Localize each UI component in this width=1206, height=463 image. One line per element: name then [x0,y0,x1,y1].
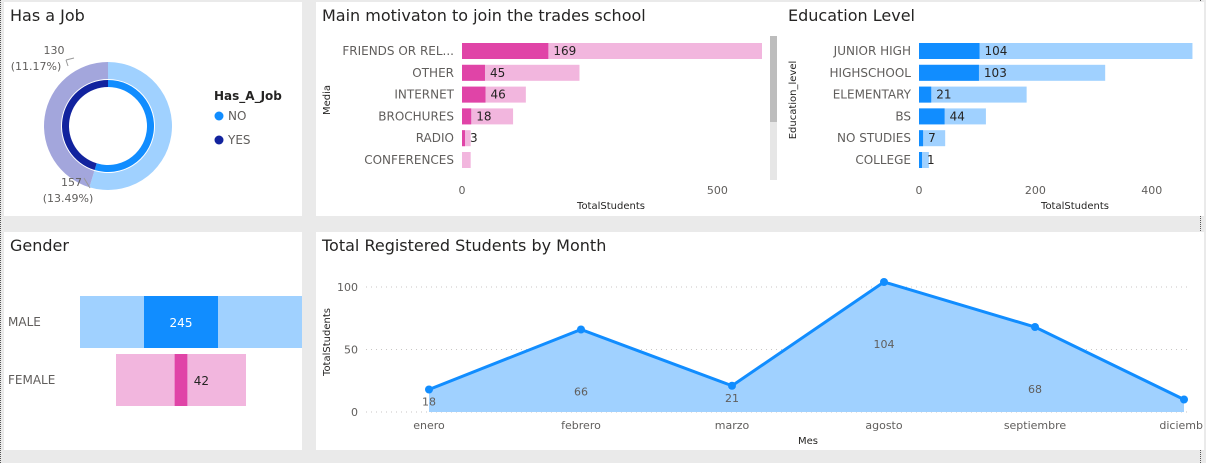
motivation-data-label: 169 [553,44,576,58]
monthly-y-tick-label: 50 [344,344,358,357]
canvas-left-edge [0,0,3,463]
education-bar [919,108,945,125]
education-data-label: 1 [927,153,935,167]
motivation-data-label: 18 [476,109,491,123]
motivation-data-label: 45 [490,66,505,80]
donut-leader-line-yes [65,59,69,67]
education-category-label: JUNIOR HIGH [833,44,911,58]
monthly-data-point [1180,395,1188,404]
monthly-data-label: 66 [574,386,588,399]
monthly-data-point [728,381,736,390]
motivation-category-label: CONFERENCES [364,153,454,167]
monthly-y-tick-label: 0 [351,406,358,419]
monthly-data-point [425,385,433,394]
motivation-scrollbar-track[interactable] [770,36,777,180]
motivation-bar [462,64,485,81]
motivation-x-axis-label: TotalStudents [576,201,645,212]
motivation-panel[interactable]: Main motivaton to join the trades school… [316,2,782,216]
donut-label-yes-percent: (11.17%) [11,60,62,73]
monthly-x-tick-label: septiembre [1004,419,1067,432]
monthly-x-tick-label: enero [413,419,445,432]
education-y-axis-label: Education_level [788,61,799,140]
monthly-x-tick-label: agosto [865,419,902,432]
education-category-label: ELEMENTARY [833,88,912,102]
motivation-category-label: OTHER [412,66,454,80]
education-x-axis-label: TotalStudents [1040,201,1109,212]
donut-leader-line-yes-2 [65,57,75,61]
motivation-data-label: 46 [490,88,505,102]
donut-legend-marker-yes [214,135,224,145]
gender-data-label: 245 [170,316,193,330]
monthly-data-label: 68 [1028,383,1042,396]
monthly-area-fill [429,282,1184,412]
education-x-tick-label: 0 [916,184,923,197]
education-data-label: 44 [950,109,965,123]
education-category-label: NO STUDIES [837,131,911,145]
motivation-bar-chart[interactable]: Media FRIENDS OR REL... 169 OTHER 45 INTERNET… [316,2,782,216]
motivation-y-axis-label: Media [322,85,333,115]
education-x-tick-label: 200 [1025,184,1046,197]
education-bar [919,130,924,147]
education-x-tick-label: 400 [1141,184,1162,197]
education-bar [919,152,922,168]
has-a-job-donut-chart[interactable]: 130 (11.17%) 157 (13.49%) Has_A_Job NO YES [4,2,302,216]
motivation-category-label: FRIENDS OR REL... [342,44,454,58]
donut-legend-marker-no [214,111,224,121]
motivation-bar [462,130,465,147]
education-panel[interactable]: Education Level Education_level JUNIOR HI… [782,2,1204,216]
motivation-bar [462,108,472,125]
education-bar [919,43,980,59]
gender-data-label: 42 [194,374,209,388]
education-bar-chart[interactable]: Education_level JUNIOR HIGH 104 HIGHSCHOOL 1… [782,2,1204,216]
education-data-label: 21 [936,88,951,102]
education-bar [919,64,979,81]
gender-category-label: FEMALE [8,373,55,387]
education-category-label: HIGHSCHOOL [830,66,912,80]
donut-label-no-value: 157 [61,176,82,189]
monthly-x-tick-label: febrero [561,419,601,432]
monthly-data-point [577,325,585,334]
education-data-label: 103 [984,66,1007,80]
education-bar [919,86,932,103]
donut-legend-label-no: NO [228,109,246,123]
education-category-label: COLLEGE [855,153,911,167]
gender-bar [174,354,188,406]
monthly-y-axis-label: TotalStudents [322,308,333,377]
education-data-label: 104 [985,44,1008,58]
monthly-data-point [880,278,888,286]
donut-legend-label-yes: YES [227,133,251,147]
monthly-panel[interactable]: Total Registered Students by Month 0 50 10… [316,232,1204,450]
motivation-bar [462,43,549,59]
gender-bar-chart[interactable]: MALE 245 FEMALE 42 [4,232,302,450]
monthly-x-tick-label: diciemb [1159,419,1203,432]
monthly-data-label: 18 [422,396,436,409]
monthly-data-label: 21 [725,392,739,405]
motivation-bar [462,86,486,103]
motivation-category-label: INTERNET [394,88,454,102]
donut-label-no-percent: (13.49%) [43,192,94,205]
motivation-x-tick-label: 500 [707,184,728,197]
motivation-x-tick-label: 0 [459,184,466,197]
monthly-x-tick-label: marzo [715,419,750,432]
education-bar-background [919,86,1027,103]
motivation-scrollbar-thumb[interactable] [770,36,777,122]
motivation-bar-background [462,152,471,168]
monthly-data-point [1031,323,1039,331]
gender-category-label: MALE [8,315,41,329]
monthly-x-axis-label: Mes [798,436,818,447]
motivation-category-label: RADIO [416,131,454,145]
education-category-label: BS [895,109,911,123]
monthly-area-chart[interactable]: 0 50 100 TotalStudents 18 66 21 104 68 enero febre… [316,232,1204,450]
motivation-category-label: BROCHURES [378,109,454,123]
motivation-data-label: 3 [470,131,478,145]
monthly-y-tick-label: 100 [337,281,358,294]
gender-panel[interactable]: Gender MALE 245 FEMALE 42 [4,232,302,450]
donut-legend-title: Has_A_Job [214,89,282,104]
monthly-data-label: 104 [874,338,895,351]
donut-label-yes-value: 130 [44,44,65,57]
has-a-job-panel[interactable]: Has a Job 130 (11.17%) 157 (13.49%) Has_A_Jo… [4,2,302,216]
education-data-label: 7 [928,131,936,145]
